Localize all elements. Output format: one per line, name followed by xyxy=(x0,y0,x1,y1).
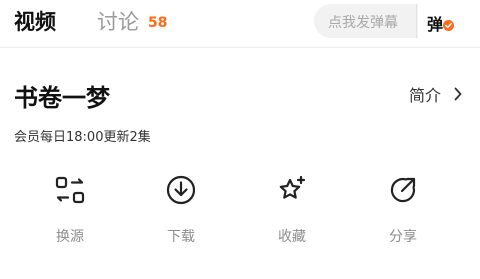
intro-label: 简介 xyxy=(409,86,442,105)
download-label: 下载 xyxy=(167,229,195,245)
download-icon xyxy=(165,174,197,206)
danmu-input-box[interactable]: 点我发弹幕 弹 xyxy=(314,4,460,38)
share-label: 分享 xyxy=(389,229,417,245)
switch-source-button[interactable]: 换源 xyxy=(30,172,110,248)
top-tab-bar: 视频 讨论 58 点我发弹幕 弹 xyxy=(0,0,480,44)
switch-source-label: 换源 xyxy=(56,229,84,245)
divider xyxy=(416,4,417,38)
danmu-input[interactable]: 点我发弹幕 xyxy=(328,12,398,32)
share-button[interactable]: 分享 xyxy=(363,172,443,248)
header-divider xyxy=(0,47,480,48)
intro-link[interactable]: 简介 xyxy=(409,82,462,105)
favorite-label: 收藏 xyxy=(278,229,306,245)
danmu-toggle-label: 弹 xyxy=(427,15,444,34)
tab-discuss[interactable]: 讨论 xyxy=(97,6,139,36)
favorite-button[interactable]: 收藏 xyxy=(252,172,332,248)
download-button[interactable]: 下载 xyxy=(141,172,221,248)
switch-source-icon xyxy=(54,174,86,206)
danmu-toggle-button[interactable]: 弹 xyxy=(418,4,460,38)
chevron-right-icon xyxy=(453,86,463,105)
discuss-count-badge: 58 xyxy=(148,15,168,31)
share-icon xyxy=(387,174,419,206)
star-sparkle-icon xyxy=(276,174,308,206)
update-info: 会员每日18:00更新2集 xyxy=(14,130,151,145)
tab-video[interactable]: 视频 xyxy=(14,6,56,36)
show-title: 书卷一梦 xyxy=(14,84,110,112)
video-detail-page: 视频 讨论 58 点我发弹幕 弹 书卷一梦 简介 会员每日18:00更新2集 换… xyxy=(0,0,480,279)
check-icon xyxy=(443,20,454,31)
